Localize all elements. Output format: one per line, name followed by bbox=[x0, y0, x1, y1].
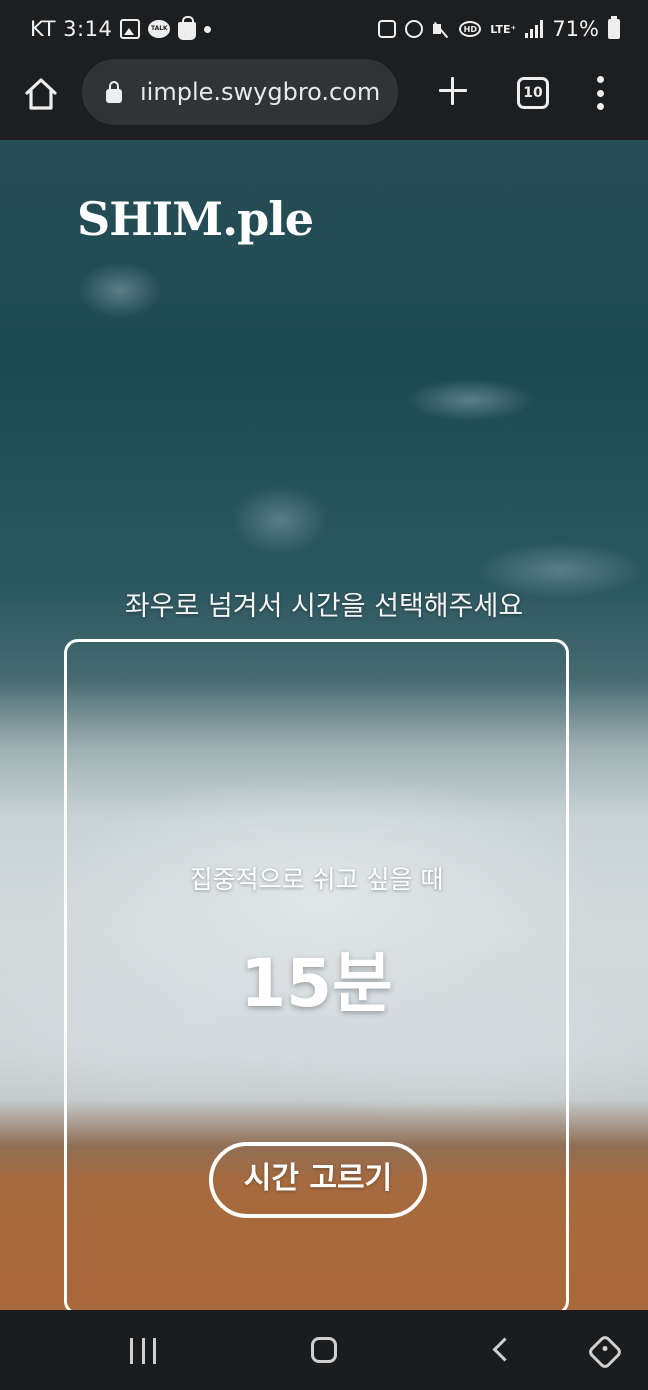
tabs-icon[interactable]: 10 bbox=[517, 77, 549, 109]
alarm-icon bbox=[405, 20, 424, 38]
battery-percent: 71% bbox=[552, 17, 599, 41]
address-bar[interactable]: ıimple.swygbro.com bbox=[82, 59, 398, 125]
menu-icon[interactable] bbox=[592, 76, 608, 110]
url-text[interactable]: ıimple.swygbro.com bbox=[140, 78, 380, 106]
mute-icon bbox=[432, 20, 450, 38]
card-duration: 15분 bbox=[240, 945, 393, 1022]
more-notifications-dot-icon bbox=[204, 25, 212, 33]
browser-toolbar: ıimple.swygbro.com 10 bbox=[0, 58, 648, 140]
recent-apps-icon[interactable] bbox=[130, 1338, 156, 1364]
carrier-time: KT 3:14 bbox=[30, 17, 113, 41]
lock-icon[interactable] bbox=[104, 80, 124, 104]
shopping-bag-icon bbox=[178, 16, 197, 40]
page-content: SHIM.ple 좌우로 넘겨서 시간을 선택해주세요 집중적으로 쉬고 싶을 … bbox=[0, 140, 648, 1310]
recycle-icon bbox=[378, 20, 397, 38]
status-bar: KT 3:14 TALK HD LTE⁺ 71% bbox=[0, 0, 648, 58]
rotate-icon[interactable] bbox=[586, 1333, 624, 1371]
signal-icon bbox=[525, 20, 544, 38]
navigation-bar bbox=[0, 1310, 648, 1390]
back-icon[interactable] bbox=[492, 1337, 517, 1362]
home-icon[interactable] bbox=[22, 75, 60, 113]
plus-icon[interactable] bbox=[436, 74, 470, 108]
time-option-card[interactable]: 집중적으로 쉬고 싶을 때 15분 시간 고르기 bbox=[64, 639, 569, 1310]
instruction-text: 좌우로 넘겨서 시간을 선택해주세요 bbox=[124, 591, 524, 622]
battery-icon bbox=[608, 16, 620, 39]
gallery-notification-icon bbox=[120, 19, 141, 39]
network-type: LTE⁺ bbox=[490, 22, 517, 36]
select-time-button[interactable]: 시간 고르기 bbox=[209, 1142, 427, 1218]
status-right: HD LTE⁺ 71% bbox=[378, 14, 620, 44]
talk-notification-icon: TALK bbox=[148, 20, 171, 38]
hd-voice-icon: HD bbox=[459, 21, 482, 37]
status-left: KT 3:14 TALK bbox=[30, 14, 212, 44]
site-logo[interactable]: SHIM.ple bbox=[77, 192, 314, 246]
nav-home-icon[interactable] bbox=[311, 1337, 337, 1363]
card-subtitle: 집중적으로 쉬고 싶을 때 bbox=[189, 865, 444, 894]
